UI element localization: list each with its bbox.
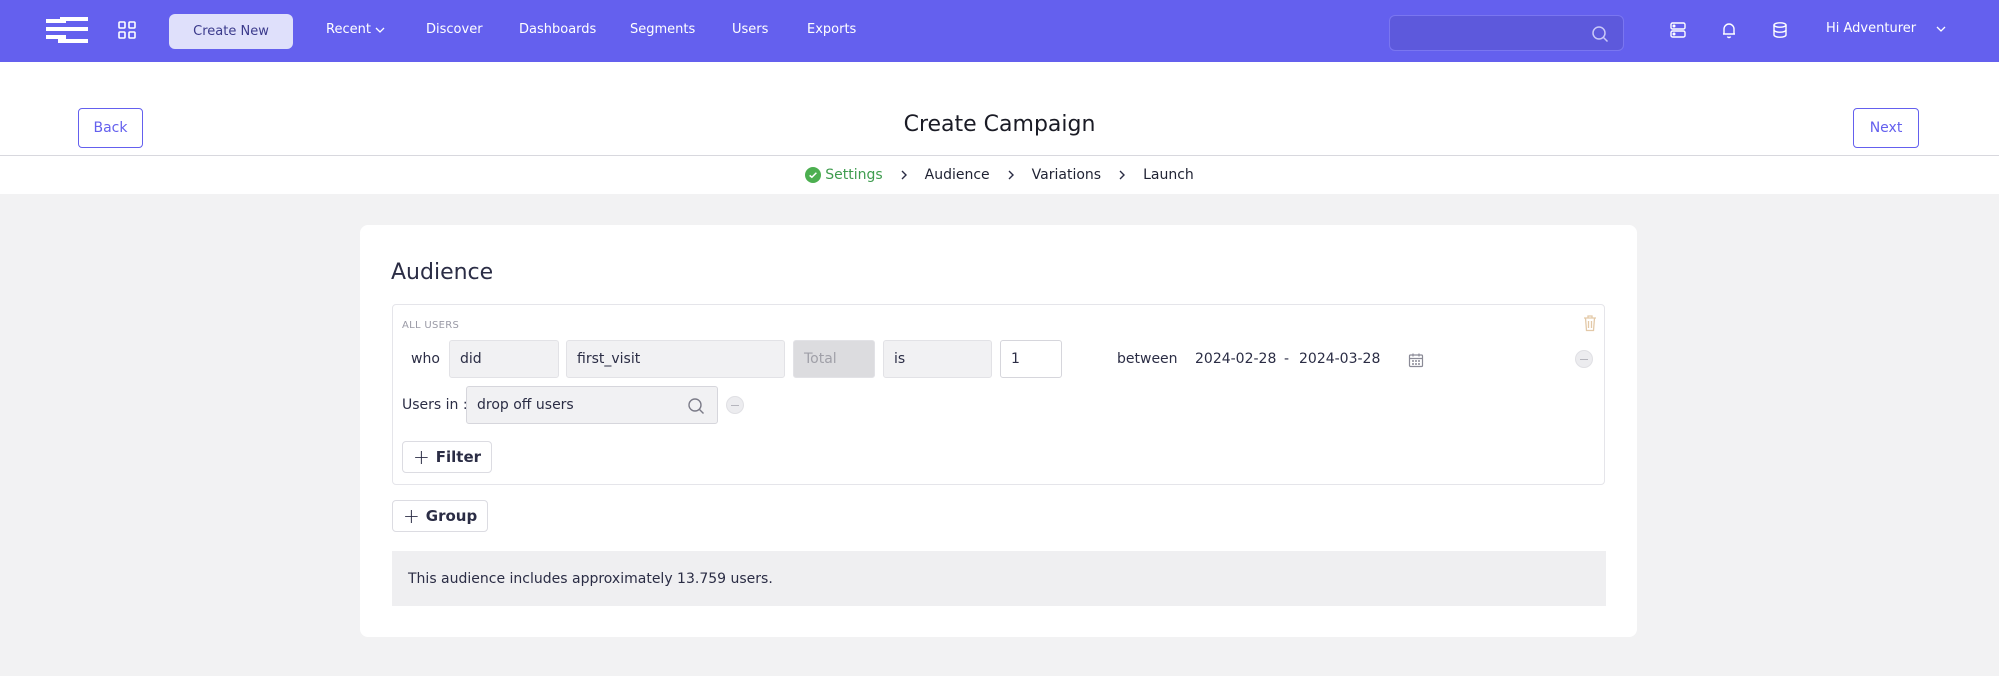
chevron-down-icon xyxy=(1936,26,1946,32)
segment-search-input[interactable]: drop off users xyxy=(466,386,718,424)
nav-discover[interactable]: Discover xyxy=(426,21,483,39)
group-label: ALL USERS xyxy=(402,320,460,331)
remove-condition-icon[interactable] xyxy=(1575,350,1593,368)
step-audience[interactable]: Audience xyxy=(925,167,990,183)
step-settings[interactable]: Settings xyxy=(805,167,883,183)
nav-users[interactable]: Users xyxy=(732,21,768,39)
chevron-right-icon xyxy=(1008,170,1014,180)
search-icon xyxy=(688,398,704,414)
date-separator: - xyxy=(1284,351,1290,367)
event-value: first_visit xyxy=(577,351,641,367)
add-group-button[interactable]: + Group xyxy=(392,500,489,532)
user-greeting: Hi Adventurer xyxy=(1826,21,1917,36)
nav-segments[interactable]: Segments xyxy=(630,21,695,39)
date-from[interactable]: 2024-02-28 xyxy=(1195,351,1276,367)
nav-exports[interactable]: Exports xyxy=(807,21,856,39)
chevron-right-icon xyxy=(1119,170,1126,180)
operator-value: is xyxy=(894,351,906,367)
remove-segment-icon[interactable] xyxy=(726,396,744,414)
top-navbar: Create New Recent Discover Dashboards Se… xyxy=(0,0,1999,62)
filter-button-label: Filter xyxy=(435,448,482,466)
nav-recent-label: Recent xyxy=(326,22,371,37)
app-logo-icon[interactable] xyxy=(46,17,88,45)
page-header xyxy=(0,62,1999,156)
server-icon[interactable] xyxy=(1669,21,1687,39)
database-icon[interactable] xyxy=(1771,21,1789,39)
chevron-down-icon xyxy=(375,27,385,33)
calendar-icon[interactable] xyxy=(1408,352,1424,368)
nav-recent[interactable]: Recent xyxy=(326,21,387,39)
search-icon xyxy=(1592,26,1609,43)
apps-grid-icon[interactable] xyxy=(118,21,136,39)
action-value: did xyxy=(460,351,482,367)
audience-group: ALL USERS who did first_visit Total is 1… xyxy=(392,304,1605,485)
global-search-input[interactable] xyxy=(1389,15,1624,51)
step-settings-label: Settings xyxy=(825,167,883,183)
date-to[interactable]: 2024-03-28 xyxy=(1299,351,1380,367)
trash-icon[interactable] xyxy=(1582,314,1598,332)
bell-icon[interactable] xyxy=(1720,21,1738,39)
count-input[interactable]: 1 xyxy=(1000,340,1062,378)
chevron-right-icon xyxy=(901,170,907,180)
between-label: between xyxy=(1117,351,1178,367)
who-label: who xyxy=(411,351,440,367)
event-select[interactable]: first_visit xyxy=(566,340,785,378)
plus-icon: + xyxy=(403,504,420,528)
group-button-label: Group xyxy=(425,507,478,525)
step-launch-label: Launch xyxy=(1143,167,1194,183)
add-filter-button[interactable]: + Filter xyxy=(402,441,493,473)
audience-summary: This audience includes approximately 13.… xyxy=(392,551,1606,606)
user-menu[interactable]: Hi Adventurer xyxy=(1826,21,1948,36)
wizard-steps: Settings Audience Variations Launch xyxy=(0,156,1999,194)
aggregate-select[interactable]: Total xyxy=(793,340,875,378)
create-new-button[interactable]: Create New xyxy=(169,14,293,49)
segment-value: drop off users xyxy=(477,397,574,413)
step-launch[interactable]: Launch xyxy=(1143,167,1194,183)
aggregate-placeholder: Total xyxy=(804,351,837,367)
step-audience-label: Audience xyxy=(924,167,990,183)
plus-icon: + xyxy=(413,445,430,469)
users-in-label: Users in : xyxy=(402,397,468,413)
audience-summary-text: This audience includes approximately 13.… xyxy=(408,570,773,587)
nav-dashboards[interactable]: Dashboards xyxy=(519,21,596,39)
check-circle-icon xyxy=(805,167,822,183)
operator-select[interactable]: is xyxy=(883,340,992,378)
page-title: Create Campaign xyxy=(903,112,1096,137)
step-variations[interactable]: Variations xyxy=(1032,167,1101,183)
audience-title: Audience xyxy=(391,260,494,285)
audience-card: Audience ALL USERS who did first_visit T… xyxy=(360,225,1637,637)
action-select[interactable]: did xyxy=(449,340,559,378)
step-variations-label: Variations xyxy=(1031,167,1102,183)
count-value: 1 xyxy=(1011,351,1020,367)
